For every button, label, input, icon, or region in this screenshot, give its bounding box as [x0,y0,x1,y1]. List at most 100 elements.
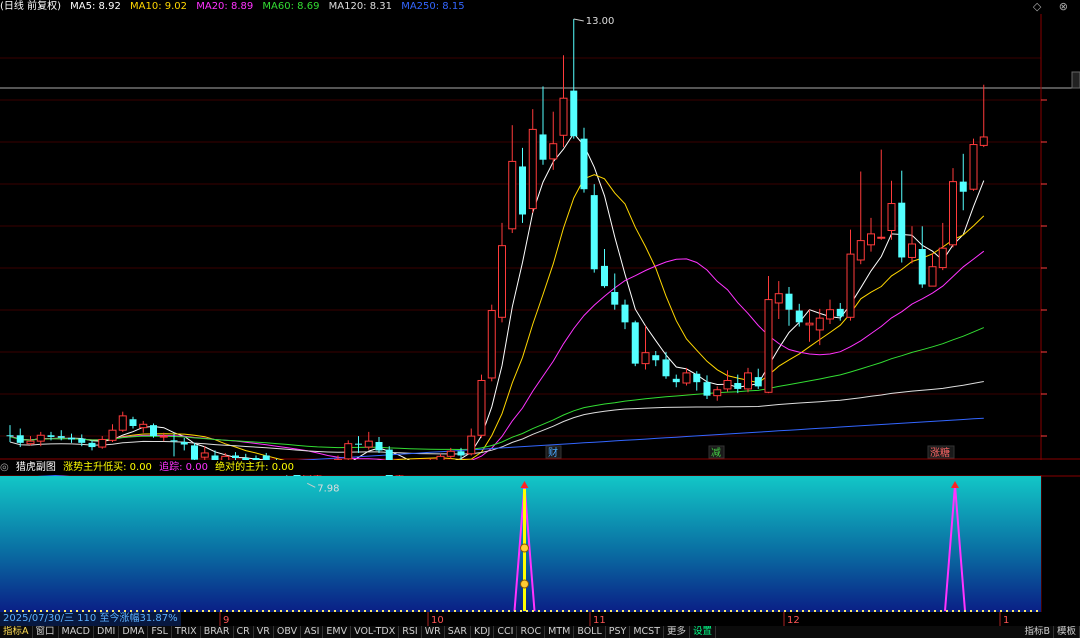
candle[interactable] [477,374,486,438]
indicator-tab[interactable]: VR [254,626,274,638]
date-info: 2025/07/30/三 110 至今涨幅31.87% [0,612,181,626]
low-price-label: 7.98 [317,483,339,494]
candle[interactable] [108,424,117,442]
x-axis-month-label: 12 [787,615,800,626]
candle[interactable] [949,168,957,248]
x-axis-month-label: 10 [431,615,444,626]
candle[interactable] [344,440,353,463]
candle[interactable] [785,286,793,326]
indicator-tab[interactable]: CCI [494,626,518,638]
candle[interactable] [580,127,588,193]
candle[interactable] [754,368,762,389]
indicator-tab[interactable]: TRIX [172,626,201,638]
candle[interactable] [887,180,896,240]
ma10-line [9,174,985,468]
candle[interactable] [6,425,14,442]
indicator-tab[interactable]: RSI [399,626,422,638]
indicator-tab[interactable]: EMV [323,626,352,638]
candle[interactable] [723,370,732,392]
chart-canvas[interactable]: 9 10 11 12 1 13.00 7.98 财 减 涨糖 [0,0,1080,638]
candle[interactable] [68,433,75,443]
indicator-tab[interactable]: CR [234,626,254,638]
candle[interactable] [180,437,188,451]
candle[interactable] [519,147,526,223]
candle[interactable] [590,184,598,273]
indicator-tab[interactable]: SAR [445,626,471,638]
indicator-tab[interactable]: BOLL [574,626,606,638]
indicator-tab[interactable]: MCST [630,626,665,638]
candle[interactable] [498,222,506,323]
indicator-tab[interactable]: VOL-TDX [351,626,400,638]
candle[interactable] [611,273,619,310]
candle[interactable] [938,222,947,271]
candle[interactable] [487,304,496,382]
indicator-tab[interactable]: OBV [274,626,302,638]
candle[interactable] [713,386,722,401]
candle[interactable] [621,299,629,330]
candle[interactable] [979,84,988,148]
candle[interactable] [867,217,875,252]
sub-indicator-header: ◎ 猎虎副图 涨势主升低买: 0.00 追踪: 0.00 绝对的主升: 0.00 [0,460,1080,475]
candle[interactable] [631,320,639,367]
candle[interactable] [764,276,773,394]
candle[interactable] [139,420,148,433]
indicator-tab[interactable]: MTM [545,626,575,638]
sub-indicator-name[interactable]: 猎虎副图 [16,462,56,473]
candle[interactable] [641,325,650,370]
indicator-tab[interactable]: DMI [94,626,120,638]
candle[interactable] [98,436,107,449]
candle[interactable] [539,86,547,165]
candle[interactable] [88,440,96,451]
candle[interactable] [826,299,834,325]
candle[interactable] [846,229,855,321]
indicator-tab-right[interactable]: 模板 [1054,626,1080,638]
candle[interactable] [601,249,608,288]
indicator-tab[interactable]: 窗口 [33,626,59,638]
candle[interactable] [662,351,670,379]
candle[interactable] [672,374,680,388]
candle[interactable] [549,111,558,170]
candle[interactable] [969,138,978,191]
candle[interactable] [703,375,711,400]
indicator-tab[interactable]: ROC [517,626,546,638]
candle[interactable] [150,423,157,438]
candle[interactable] [528,109,537,213]
candle[interactable] [856,171,865,265]
candle[interactable] [652,350,660,367]
candle[interactable] [375,436,383,453]
indicator-tab[interactable]: DMA [119,626,149,638]
candle[interactable] [795,303,803,327]
candle[interactable] [570,19,578,139]
indicator-tab[interactable]: 设置 [690,626,717,638]
indicator-tab[interactable]: KDJ [471,626,495,638]
candle[interactable] [364,431,373,450]
event-marker[interactable]: 减 [708,445,725,459]
candle[interactable] [508,125,517,234]
indicator-tab[interactable]: ASI [301,626,324,638]
candle[interactable] [559,55,568,148]
candle[interactable] [118,411,127,432]
indicator-tab[interactable]: PSY [606,626,631,638]
indicator-tab[interactable]: 指标A [0,626,33,638]
indicator-tab[interactable]: FSL [148,626,172,638]
candle[interactable] [693,371,701,391]
candle[interactable] [26,436,35,446]
candle[interactable] [805,309,814,342]
candle[interactable] [908,226,916,264]
event-marker[interactable]: 财 [545,445,562,459]
candle[interactable] [744,367,752,393]
candle[interactable] [129,416,137,429]
indicator-tab[interactable]: MACD [59,626,94,638]
candle[interactable] [918,226,926,288]
candle[interactable] [928,253,937,287]
candle[interactable] [774,281,783,319]
indicator-tab-right[interactable]: 指标B [1021,626,1054,638]
indicator-tab[interactable]: BRAR [201,626,234,638]
indicator-tab[interactable]: WR [422,626,445,638]
candle[interactable] [467,428,476,456]
indicator-tab[interactable]: 更多 [664,626,691,638]
candle[interactable] [355,436,362,453]
event-marker[interactable]: 涨糖 [927,445,955,459]
sub-circle-icon[interactable]: ◎ [0,462,9,473]
candle[interactable] [959,153,967,211]
